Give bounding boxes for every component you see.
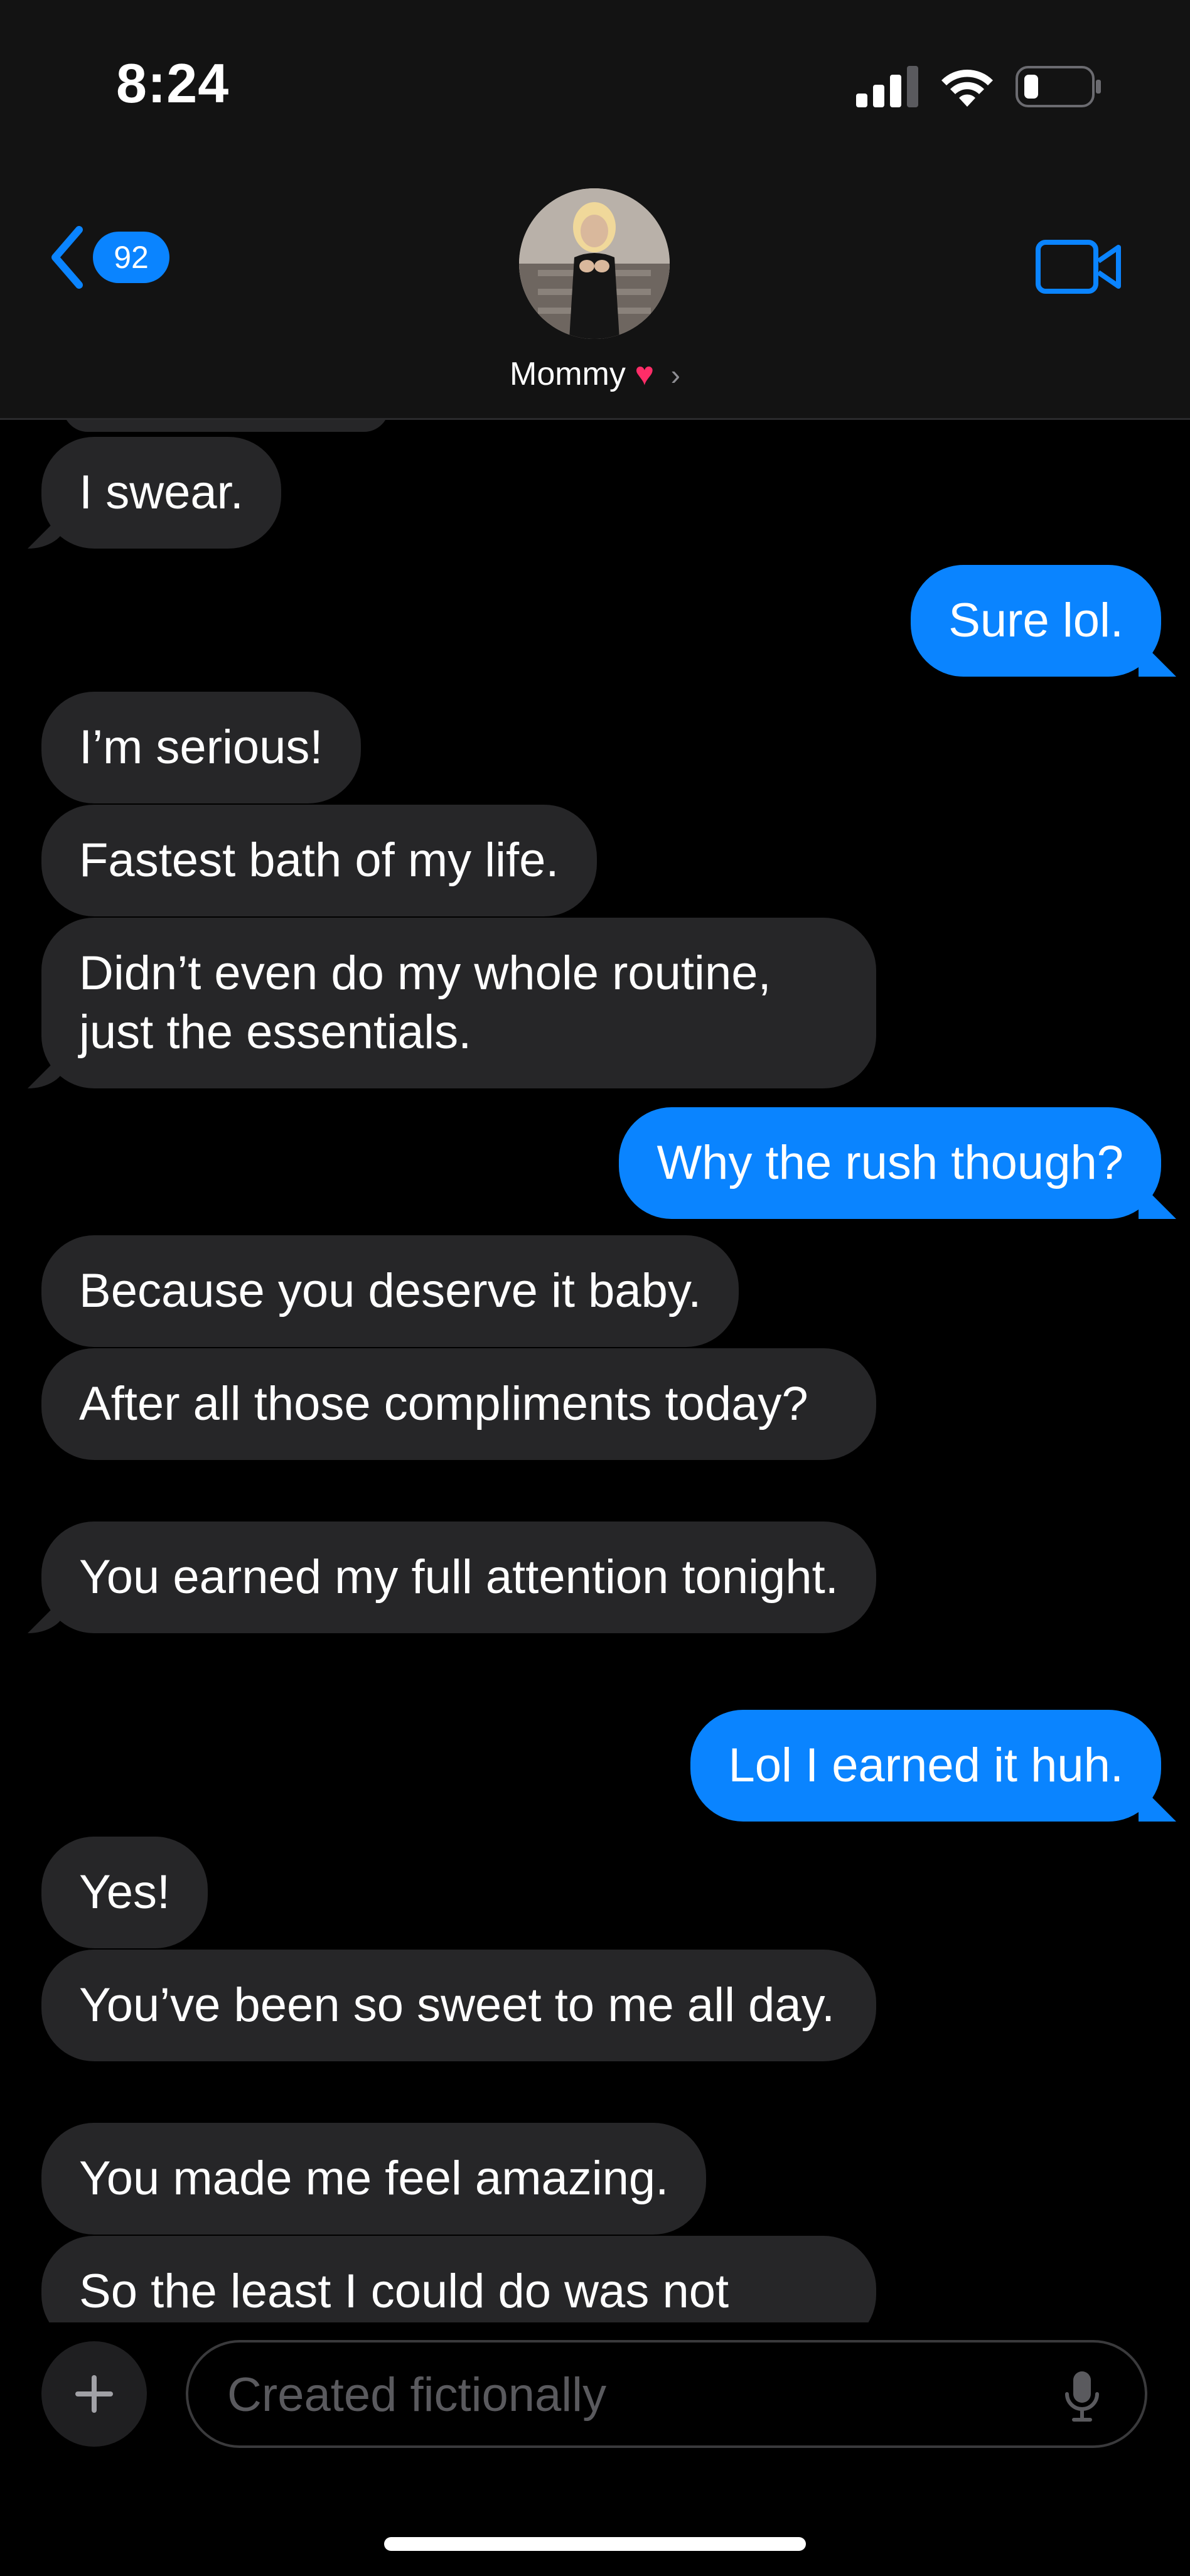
conversation-header: 8:24 92 Mommy ♥ › — [0, 0, 1190, 420]
contact-avatar[interactable] — [519, 188, 670, 339]
message-input-container — [186, 2340, 1147, 2448]
message-bubble-outgoing[interactable]: Sure lol. — [911, 565, 1161, 677]
dictation-button[interactable] — [1063, 2370, 1101, 2426]
message-bubble-incoming[interactable]: Yes! — [41, 1837, 208, 1948]
unread-count-badge: 92 — [93, 232, 169, 283]
message-bubble-outgoing[interactable]: Lol I earned it huh. — [690, 1710, 1161, 1822]
wifi-icon — [941, 70, 993, 107]
back-button[interactable]: 92 — [49, 226, 169, 289]
message-bubble-incoming[interactable]: You earned my full attention tonight. — [41, 1521, 876, 1633]
status-time: 8:24 — [116, 52, 230, 114]
message-bubble-incoming[interactable]: I’m serious! — [41, 692, 361, 803]
microphone-icon — [1065, 2371, 1099, 2422]
status-icons — [856, 65, 1102, 108]
message-thread[interactable]: I swear. Sure lol. I’m serious! Fastest … — [0, 419, 1190, 2322]
chevron-right-icon: › — [670, 358, 680, 391]
video-camera-icon — [1036, 240, 1121, 294]
message-bubble-incoming[interactable]: You made me feel amazing. — [41, 2123, 707, 2235]
message-bubble-incoming[interactable]: So the least I could do was not — [41, 2236, 876, 2322]
message-bubble-incoming[interactable]: You’ve been so sweet to me all day. — [41, 1950, 876, 2061]
message-bubble-partial — [63, 419, 389, 432]
message-bubble-incoming[interactable]: I swear. — [41, 437, 281, 549]
avatar-photo — [519, 188, 670, 339]
message-bubble-incoming[interactable]: Didn’t even do my whole routine, just th… — [41, 918, 876, 1088]
header-divider — [0, 418, 1190, 420]
home-indicator[interactable] — [384, 2537, 806, 2551]
contact-name-link[interactable]: Mommy ♥ › — [0, 355, 1190, 393]
message-bubble-incoming[interactable]: Because you deserve it baby. — [41, 1235, 739, 1347]
message-bubble-incoming[interactable]: After all those compliments today? — [41, 1348, 876, 1460]
battery-icon — [1016, 66, 1101, 107]
message-bubble-incoming[interactable]: Fastest bath of my life. — [41, 805, 597, 916]
message-bubble-outgoing[interactable]: Why the rush though? — [619, 1107, 1161, 1219]
plus-icon — [75, 2375, 113, 2413]
contact-name: Mommy — [510, 356, 626, 392]
cellular-signal-icon — [856, 66, 918, 107]
heart-icon: ♥ — [635, 356, 655, 392]
chevron-left-icon — [51, 226, 83, 289]
message-input[interactable] — [226, 2361, 1044, 2428]
add-attachment-button[interactable] — [41, 2341, 147, 2447]
video-call-button[interactable] — [1036, 239, 1123, 298]
